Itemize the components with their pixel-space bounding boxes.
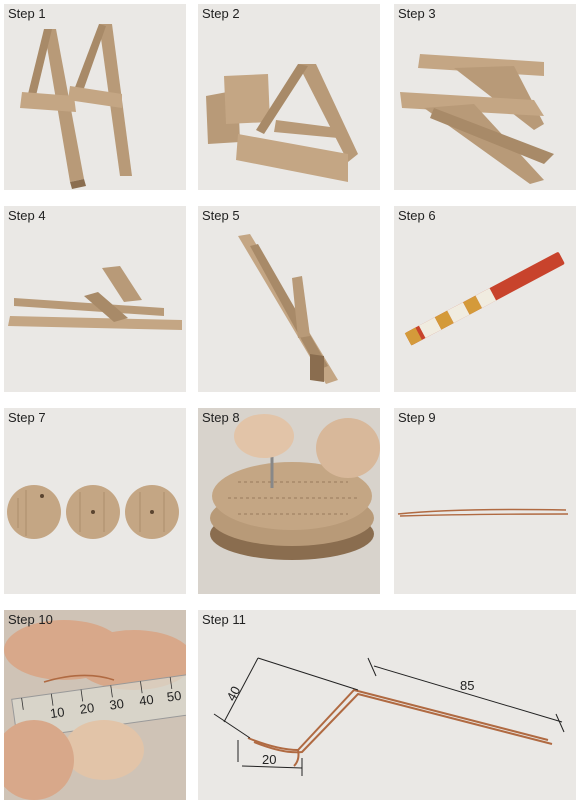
- step-6-label: Step 6: [398, 208, 436, 223]
- step-3-label: Step 3: [398, 6, 436, 21]
- step-11-label: Step 11: [202, 612, 246, 627]
- step-11-panel: Step 11 40 20 85: [198, 610, 576, 800]
- step-1-photo-cardboard-triangles: [4, 4, 186, 190]
- step-7-label: Step 7: [8, 410, 46, 425]
- step-7-panel: Step 7: [4, 408, 186, 594]
- step-10-label: Step 10: [8, 612, 53, 627]
- step-3-panel: Step 3: [394, 4, 576, 190]
- step-6-photo-pencil-with-tape: [394, 206, 576, 392]
- step-4-photo-base-with-uprights: [4, 206, 186, 392]
- step-5-label: Step 5: [202, 208, 240, 223]
- ruler-tick-40: 40: [138, 692, 154, 709]
- step-11-photo-bent-wire-dimensions: 40 20 85: [198, 610, 576, 800]
- dimension-length: 85: [460, 678, 474, 693]
- ruler-tick-10: 10: [49, 704, 65, 721]
- step-8-label: Step 8: [202, 410, 240, 425]
- step-10-panel: Step 10 10 20 30 40 50: [4, 610, 186, 800]
- ruler-tick-20: 20: [79, 700, 95, 717]
- step-4-label: Step 4: [8, 208, 46, 223]
- step-2-panel: Step 2: [198, 4, 380, 190]
- step-6-panel: Step 6: [394, 206, 576, 392]
- step-9-panel: Step 9: [394, 408, 576, 594]
- step-9-photo-copper-wire: [394, 408, 576, 594]
- step-1-label: Step 1: [8, 6, 46, 21]
- step-2-label: Step 2: [202, 6, 240, 21]
- ruler-tick-30: 30: [108, 696, 124, 713]
- step-5-photo-stand-assembly: [198, 206, 380, 392]
- step-8-photo-piercing-discs: [198, 408, 380, 594]
- step-7-photo-cardboard-discs: [4, 408, 186, 594]
- step-2-photo-cardboard-parts: [198, 4, 380, 190]
- step-9-label: Step 9: [398, 410, 436, 425]
- step-3-photo-assembled-frames: [394, 4, 576, 190]
- step-10-photo-measuring-wire: 10 20 30 40 50: [4, 610, 186, 800]
- step-8-panel: Step 8: [198, 408, 380, 594]
- step-4-panel: Step 4: [4, 206, 186, 392]
- dimension-width: 20: [262, 752, 276, 767]
- step-1-panel: Step 1: [4, 4, 186, 190]
- step-5-panel: Step 5: [198, 206, 380, 392]
- ruler-tick-50: 50: [166, 688, 182, 705]
